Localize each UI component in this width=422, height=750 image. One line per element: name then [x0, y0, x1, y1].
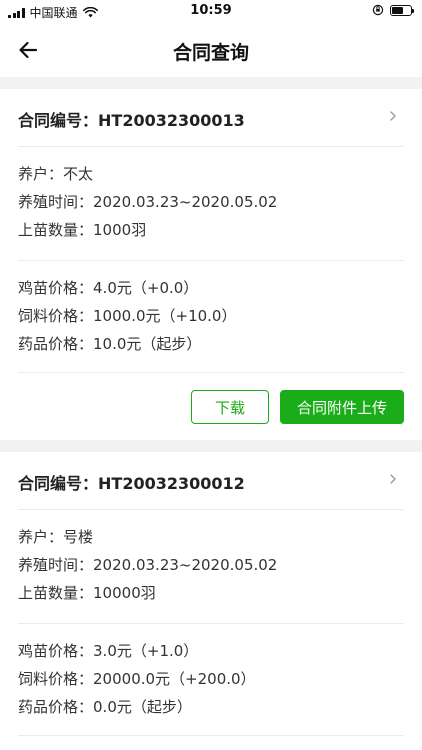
period-row: 养殖时间：2020.03.23~2020.05.02: [18, 188, 404, 216]
period-label: 养殖时间：: [18, 556, 94, 574]
farmer-row: 养户：号楼: [18, 523, 404, 551]
contract-info: 养户：不太 养殖时间：2020.03.23~2020.05.02 上苗数量：10…: [18, 160, 404, 261]
chick-price-row: 鸡苗价格：3.0元（+1.0）: [18, 637, 404, 665]
chick-price-label: 鸡苗价格：: [18, 279, 94, 297]
orientation-lock-icon: [372, 4, 384, 16]
contract-number-value: HT20032300013: [98, 111, 245, 130]
status-bar: 中国联通 10:59: [0, 0, 422, 22]
quantity-label: 上苗数量：: [18, 221, 94, 239]
feed-price-row: 饲料价格：1000.0元（+10.0）: [18, 302, 404, 330]
farmer-row: 养户：不太: [18, 160, 404, 188]
drug-price-row: 药品价格：10.0元（起步）: [18, 330, 404, 358]
contract-header[interactable]: 合同编号：HT20032300012: [18, 452, 404, 510]
contract-info: 养户：号楼 养殖时间：2020.03.23~2020.05.02 上苗数量：10…: [18, 523, 404, 624]
farmer-value: 号楼: [63, 528, 94, 546]
quantity-value: 10000羽: [93, 584, 156, 602]
chevron-right-icon: [390, 111, 396, 121]
drug-price-value: 0.0元（起步）: [93, 698, 192, 716]
chevron-right-icon: [390, 474, 396, 484]
contract-prices: 鸡苗价格：3.0元（+1.0） 饲料价格：20000.0元（+200.0） 药品…: [18, 637, 404, 736]
chick-price-row: 鸡苗价格：4.0元（+0.0）: [18, 274, 404, 302]
contract-header[interactable]: 合同编号：HT20032300013: [18, 89, 404, 147]
arrow-left-icon: [19, 41, 38, 59]
status-right: [372, 4, 414, 16]
feed-price-label: 饲料价格：: [18, 307, 94, 325]
chick-price-value: 3.0元（+1.0）: [93, 642, 199, 660]
drug-price-value: 10.0元（起步）: [93, 335, 202, 353]
upload-attachment-button[interactable]: 合同附件上传: [280, 390, 404, 424]
period-value: 2020.03.23~2020.05.02: [93, 556, 278, 574]
download-button[interactable]: 下载: [191, 390, 269, 424]
contract-number-label: 合同编号：: [18, 111, 99, 130]
page-title: 合同查询: [172, 42, 249, 64]
feed-price-label: 饲料价格：: [18, 670, 94, 688]
period-label: 养殖时间：: [18, 193, 94, 211]
contract-card: 合同编号：HT20032300012 养户：号楼 养殖时间：2020.03.23…: [0, 452, 422, 750]
contract-number: 合同编号：HT20032300013: [18, 107, 245, 131]
contract-number-label: 合同编号：: [18, 474, 99, 493]
farmer-value: 不太: [63, 165, 94, 183]
quantity-row: 上苗数量：10000羽: [18, 579, 404, 607]
section-divider: [0, 440, 422, 452]
quantity-label: 上苗数量：: [18, 584, 94, 602]
quantity-row: 上苗数量：1000羽: [18, 216, 404, 244]
chick-price-label: 鸡苗价格：: [18, 642, 94, 660]
drug-price-label: 药品价格：: [18, 698, 94, 716]
quantity-value: 1000羽: [93, 221, 147, 239]
contract-card: 合同编号：HT20032300013 养户：不太 养殖时间：2020.03.23…: [0, 89, 422, 440]
farmer-label: 养户：: [18, 528, 64, 546]
drug-price-row: 药品价格：0.0元（起步）: [18, 693, 404, 721]
section-divider: [0, 77, 422, 89]
battery-icon: [390, 4, 414, 16]
contract-number-value: HT20032300012: [98, 474, 245, 493]
period-value: 2020.03.23~2020.05.02: [93, 193, 278, 211]
status-time: 10:59: [190, 3, 232, 18]
farmer-label: 养户：: [18, 165, 64, 183]
back-button[interactable]: [14, 36, 42, 64]
contract-number: 合同编号：HT20032300012: [18, 470, 245, 494]
nav-bar: 合同查询: [0, 22, 422, 77]
feed-price-value: 20000.0元（+200.0）: [93, 670, 256, 688]
contract-prices: 鸡苗价格：4.0元（+0.0） 饲料价格：1000.0元（+10.0） 药品价格…: [18, 274, 404, 373]
battery-level: [392, 6, 403, 14]
period-row: 养殖时间：2020.03.23~2020.05.02: [18, 551, 404, 579]
drug-price-label: 药品价格：: [18, 335, 94, 353]
chick-price-value: 4.0元（+0.0）: [93, 279, 199, 297]
contract-actions: 下载 合同附件上传: [191, 390, 404, 424]
feed-price-value: 1000.0元（+10.0）: [93, 307, 237, 325]
feed-price-row: 饲料价格：20000.0元（+200.0）: [18, 665, 404, 693]
